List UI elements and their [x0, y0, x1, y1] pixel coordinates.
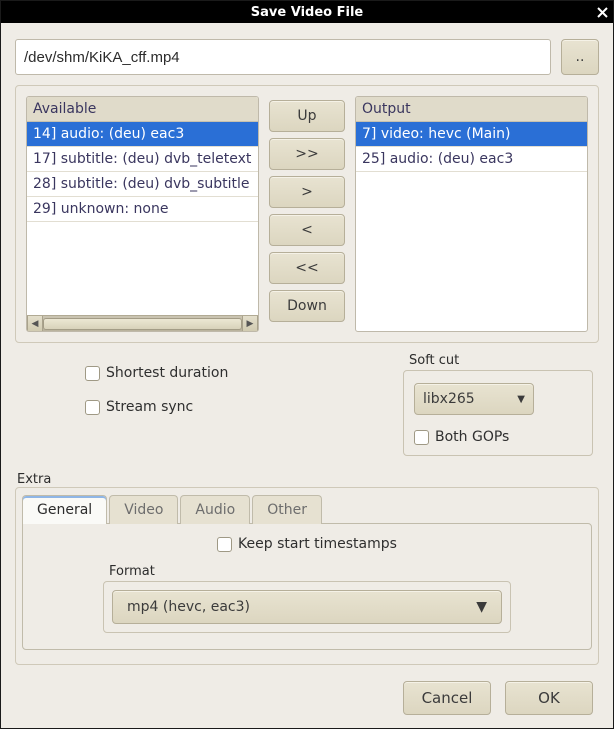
softcut-group: Soft cut libx265 ▼ Both GOPs [403, 353, 593, 456]
path-row: .. [15, 33, 599, 75]
close-icon [597, 7, 608, 18]
available-items[interactable]: 14] audio: (deu) eac3 17] subtitle: (deu… [27, 122, 258, 315]
list-item[interactable]: 28] subtitle: (deu) dvb_subtitle [27, 172, 258, 197]
move-buttons-column: Up >> > < << Down [269, 96, 345, 332]
softcut-codec-combo[interactable]: libx265 ▼ [414, 383, 534, 415]
dialog-footer: Cancel OK [15, 675, 599, 715]
list-item[interactable]: 25] audio: (deu) eac3 [356, 147, 587, 172]
shortest-duration-checkbox[interactable]: Shortest duration [85, 365, 385, 381]
format-group: Format mp4 (hevc, eac3) ▼ [103, 564, 511, 633]
browse-button[interactable]: .. [561, 39, 599, 75]
extra-tabs: General Video Audio Other [16, 488, 598, 523]
both-gops-checkbox[interactable]: Both GOPs [414, 429, 582, 445]
both-gops-label: Both GOPs [435, 429, 509, 445]
output-list: Output 7] video: hevc (Main) 25] audio: … [355, 96, 588, 332]
chevron-down-icon: ▼ [517, 394, 525, 405]
format-box: mp4 (hevc, eac3) ▼ [103, 581, 511, 633]
move-down-button[interactable]: Down [269, 290, 345, 322]
output-header: Output [356, 97, 587, 122]
window-title: Save Video File [251, 5, 363, 20]
format-value: mp4 (hevc, eac3) [127, 599, 250, 615]
remove-button[interactable]: < [269, 214, 345, 246]
available-list: Available 14] audio: (deu) eac3 17] subt… [26, 96, 259, 332]
extra-panel: General Video Audio Other Keep start tim… [15, 487, 599, 665]
scroll-left-icon[interactable]: ◀ [27, 316, 43, 332]
title-bar: Save Video File [1, 1, 613, 23]
checkbox-icon [85, 366, 100, 381]
chevron-down-icon: ▼ [476, 599, 487, 615]
add-all-button[interactable]: >> [269, 138, 345, 170]
scroll-right-icon[interactable]: ▶ [242, 316, 258, 332]
tab-audio[interactable]: Audio [180, 495, 250, 524]
remove-all-button[interactable]: << [269, 252, 345, 284]
checkbox-icon [414, 430, 429, 445]
streams-panel: Available 14] audio: (deu) eac3 17] subt… [15, 85, 599, 343]
shortest-duration-label: Shortest duration [106, 365, 228, 381]
output-items[interactable]: 7] video: hevc (Main) 25] audio: (deu) e… [356, 122, 587, 331]
format-label: Format [109, 564, 511, 579]
extra-group-label: Extra [17, 472, 599, 487]
softcut-box: libx265 ▼ Both GOPs [403, 370, 593, 456]
list-item[interactable]: 17] subtitle: (deu) dvb_teletext [27, 147, 258, 172]
add-button[interactable]: > [269, 176, 345, 208]
list-item[interactable]: 14] audio: (deu) eac3 [27, 122, 258, 147]
stream-sync-label: Stream sync [106, 399, 193, 415]
options-row: Shortest duration Stream sync Soft cut l… [15, 353, 599, 456]
dialog-content: .. Available 14] audio: (deu) eac3 17] s… [1, 23, 613, 728]
softcut-codec-value: libx265 [423, 391, 475, 407]
stream-sync-checkbox[interactable]: Stream sync [85, 399, 385, 415]
move-up-button[interactable]: Up [269, 100, 345, 132]
softcut-group-label: Soft cut [409, 353, 593, 368]
close-button[interactable] [591, 1, 613, 23]
tab-other[interactable]: Other [252, 495, 322, 524]
available-header: Available [27, 97, 258, 122]
path-input[interactable] [15, 39, 551, 75]
save-video-dialog: Save Video File .. Available 14] audio: … [0, 0, 614, 729]
extra-section: Extra General Video Audio Other Keep sta… [15, 472, 599, 665]
available-hscroll[interactable]: ◀ ▶ [27, 315, 258, 331]
checkbox-icon [217, 537, 232, 552]
list-item[interactable]: 7] video: hevc (Main) [356, 122, 587, 147]
tab-general[interactable]: General [22, 495, 107, 524]
list-item[interactable]: 29] unknown: none [27, 197, 258, 222]
tab-general-body: Keep start timestamps Format mp4 (hevc, … [22, 523, 592, 650]
ok-button[interactable]: OK [505, 681, 593, 715]
checkbox-icon [85, 400, 100, 415]
left-options: Shortest duration Stream sync [21, 353, 385, 456]
tab-video[interactable]: Video [109, 495, 178, 524]
scroll-thumb[interactable] [43, 318, 242, 330]
keep-start-timestamps-checkbox[interactable]: Keep start timestamps [217, 536, 397, 552]
format-combo[interactable]: mp4 (hevc, eac3) ▼ [112, 590, 502, 624]
keep-start-timestamps-label: Keep start timestamps [238, 536, 397, 552]
cancel-button[interactable]: Cancel [403, 681, 491, 715]
